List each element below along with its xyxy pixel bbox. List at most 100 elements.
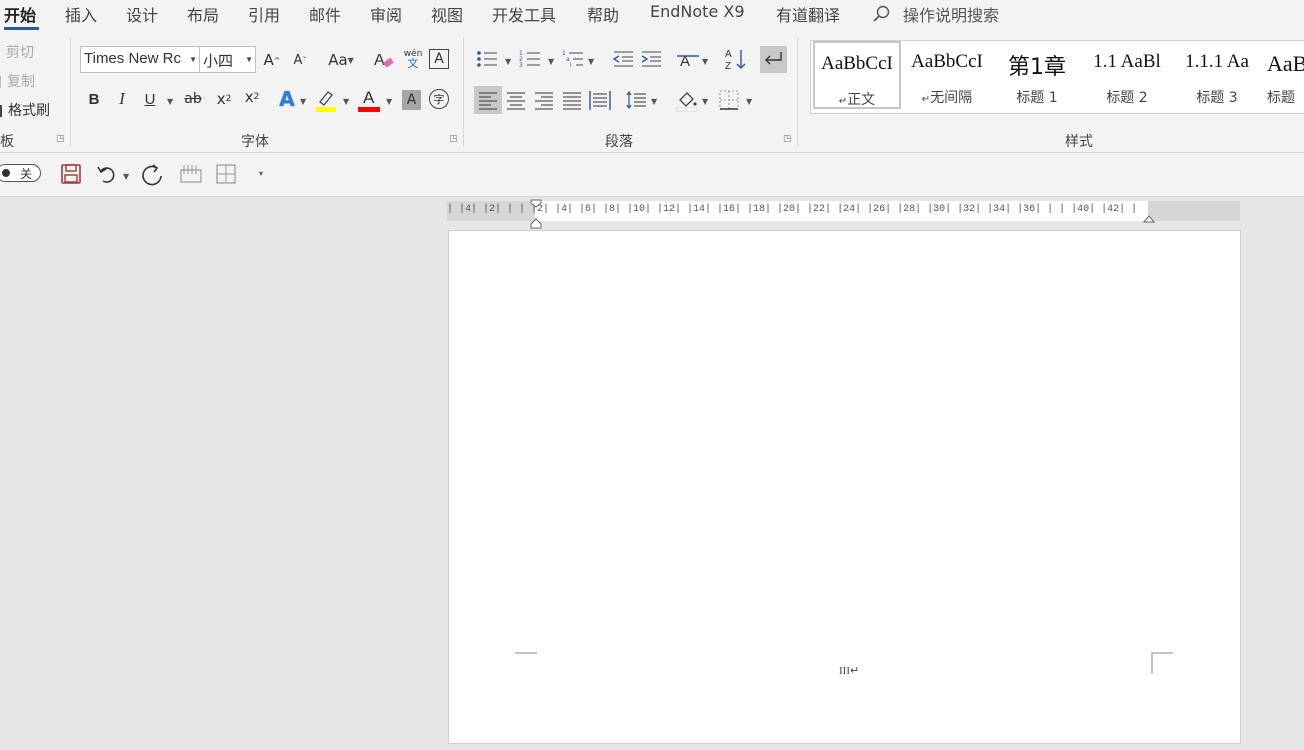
justify-button[interactable]: [560, 88, 584, 116]
font-name-combo[interactable]: Times New Rc ▼: [80, 46, 200, 73]
increase-indent-button[interactable]: [640, 48, 662, 74]
decrease-indent-button[interactable]: [612, 48, 634, 74]
tab-references[interactable]: 引用: [248, 2, 280, 26]
strikethrough-button[interactable]: ab: [182, 88, 204, 110]
chevron-down-icon[interactable]: ▼: [548, 57, 554, 66]
tab-mailings[interactable]: 邮件: [309, 2, 341, 26]
toggle-knob: [2, 169, 10, 177]
font-dialog-launcher-icon[interactable]: ◳: [449, 135, 458, 144]
superscript-button[interactable]: x2: [242, 86, 262, 108]
character-shading-button[interactable]: A: [402, 90, 421, 110]
search-box[interactable]: 操作说明搜索: [903, 2, 999, 26]
grow-font-icon: A: [263, 51, 274, 69]
text-effects-button[interactable]: A: [276, 87, 298, 111]
first-line-indent-marker[interactable]: [530, 199, 542, 229]
search-icon[interactable]: [872, 4, 892, 28]
copy-label: 复制: [7, 74, 35, 90]
clear-formatting-button[interactable]: A: [372, 48, 396, 72]
tab-layout[interactable]: 布局: [187, 2, 219, 26]
enclose-characters-button[interactable]: 字: [429, 89, 449, 109]
chevron-down-icon[interactable]: ▼: [651, 97, 657, 106]
clipboard-dialog-launcher-icon[interactable]: ◳: [56, 135, 65, 144]
highlight-button[interactable]: [315, 88, 337, 112]
autosave-toggle[interactable]: 关: [0, 164, 41, 182]
chevron-down-icon[interactable]: ▼: [588, 57, 594, 66]
shading-button[interactable]: [675, 88, 699, 116]
align-left-button[interactable]: [474, 86, 502, 114]
phonetic-guide-button[interactable]: wén 文: [402, 46, 424, 72]
subscript-button[interactable]: x2: [214, 88, 234, 110]
style-heading-2[interactable]: 1.1 AaBl 标题 2: [1083, 41, 1171, 109]
customize-qat-icon[interactable]: ▾: [259, 169, 263, 178]
tab-insert[interactable]: 插入: [65, 2, 97, 26]
style-preview: AaBbCcI: [821, 53, 893, 74]
chevron-down-icon[interactable]: ▼: [746, 97, 752, 106]
right-indent-marker[interactable]: [1143, 211, 1155, 223]
ruler-icon: [180, 165, 202, 183]
redo-button[interactable]: [141, 163, 165, 191]
tab-home[interactable]: 开始: [4, 2, 36, 26]
font-name-value: Times New Rc: [84, 50, 181, 67]
asian-layout-button[interactable]: A: [676, 48, 700, 74]
change-case-button[interactable]: Aa ▼: [324, 50, 358, 70]
sort-button[interactable]: AZ: [724, 47, 748, 75]
style-name: ↵无间隔: [903, 87, 991, 107]
tab-developer[interactable]: 开发工具: [492, 2, 556, 26]
multilevel-list-button[interactable]: 1ai: [562, 48, 584, 74]
group-divider: [797, 38, 798, 146]
align-right-button[interactable]: [532, 88, 556, 116]
chevron-down-icon[interactable]: ▼: [505, 57, 511, 66]
format-painter-button[interactable]: 格式刷: [0, 100, 50, 120]
show-hide-marks-button[interactable]: [760, 46, 787, 73]
numbered-list-icon: 123: [519, 50, 540, 69]
style-normal[interactable]: AaBbCcI ↵正文: [813, 41, 901, 109]
italic-button[interactable]: I: [114, 88, 130, 110]
save-button[interactable]: [61, 164, 81, 188]
style-preview: 第1章: [1008, 55, 1066, 80]
chevron-down-icon[interactable]: ▼: [702, 97, 708, 106]
bold-button[interactable]: B: [86, 88, 102, 110]
chevron-down-icon[interactable]: ▼: [386, 97, 392, 106]
copy-button[interactable]: 复制: [0, 71, 35, 91]
table-button[interactable]: [216, 164, 236, 188]
style-title[interactable]: AaB 标题: [1263, 41, 1304, 109]
paragraph-dialog-launcher-icon[interactable]: ◳: [783, 135, 792, 144]
chevron-down-icon[interactable]: ▼: [123, 172, 129, 181]
font-size-value: 小四: [203, 53, 234, 70]
tab-endnote[interactable]: EndNote X9: [650, 2, 745, 21]
style-heading-1[interactable]: 第1章 标题 1: [993, 41, 1081, 109]
tab-design[interactable]: 设计: [126, 2, 158, 26]
ruler-toggle-button[interactable]: [180, 164, 202, 188]
borders-button[interactable]: [717, 88, 741, 116]
tab-help[interactable]: 帮助: [587, 2, 619, 26]
document-page[interactable]: III↵: [448, 230, 1241, 744]
grow-font-button[interactable]: A ^: [262, 50, 282, 70]
character-border-button[interactable]: A: [429, 49, 449, 69]
underline-button[interactable]: U: [141, 88, 159, 110]
styles-gallery: AaBbCcI ↵正文 AaBbCcI ↵无间隔 第1章 标题 1 1.1 Aa…: [810, 40, 1304, 114]
line-spacing-button[interactable]: [624, 88, 648, 116]
bullets-button[interactable]: [476, 48, 498, 74]
font-size-combo[interactable]: 小四 ▼: [199, 46, 256, 73]
chevron-down-icon[interactable]: ▼: [343, 97, 349, 106]
tab-view[interactable]: 视图: [431, 2, 463, 26]
font-color-button[interactable]: A: [358, 88, 380, 112]
chevron-down-icon[interactable]: ▼: [702, 57, 708, 66]
shrink-font-button[interactable]: Aˇ: [290, 50, 310, 70]
page-number-field[interactable]: III↵: [839, 664, 859, 677]
cut-button[interactable]: 剪切: [0, 42, 34, 62]
numbering-button[interactable]: 123: [519, 48, 541, 74]
group-divider: [463, 38, 464, 146]
chevron-down-icon[interactable]: ▼: [300, 97, 306, 106]
tab-youdao[interactable]: 有道翻译: [776, 2, 840, 26]
distributed-button[interactable]: [588, 88, 612, 116]
style-name-text: 正文: [847, 92, 876, 108]
margin-corner-right: [1151, 652, 1173, 674]
undo-button[interactable]: [96, 163, 118, 189]
tab-review[interactable]: 审阅: [370, 2, 402, 26]
chevron-down-icon[interactable]: ▼: [167, 97, 173, 106]
horizontal-ruler[interactable]: | |4| |2| | | |2| |4| |6| |8| |10| |12| …: [447, 199, 1240, 229]
style-no-spacing[interactable]: AaBbCcI ↵无间隔: [903, 41, 991, 109]
style-heading-3[interactable]: 1.1.1 Aa 标题 3: [1173, 41, 1261, 109]
align-center-button[interactable]: [504, 88, 528, 116]
